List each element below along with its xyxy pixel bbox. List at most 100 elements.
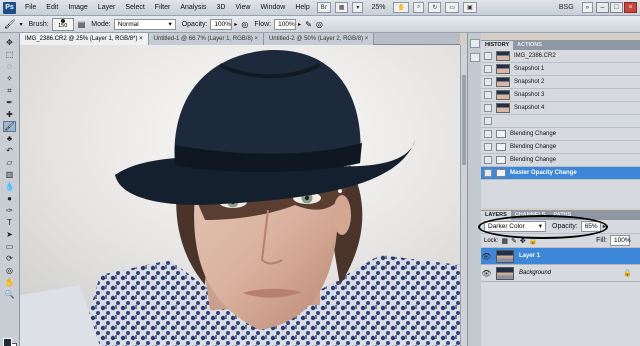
history-item-label: Blending Change	[510, 157, 557, 163]
hand-tool-icon[interactable]: ✋	[3, 277, 16, 288]
history-item[interactable]	[481, 115, 640, 128]
menu-filter[interactable]: Filter	[150, 0, 176, 16]
minibridge-button[interactable]: ▦	[334, 2, 349, 13]
rotate-view-icon[interactable]: ↻	[428, 2, 442, 13]
history-item[interactable]: Snapshot 3	[481, 89, 640, 102]
brush-panel-icon[interactable]: ▤	[78, 20, 86, 29]
panel-collapse-icon[interactable]	[470, 39, 480, 48]
dodge-tool-icon[interactable]: ●	[3, 193, 16, 204]
tab-untitled-2[interactable]: Untitled-2 @ 50% (Layer 2, RGB/8) ×	[263, 33, 375, 45]
flow-field[interactable]: 100%	[274, 18, 297, 30]
quick-selection-tool-icon[interactable]: ✧	[3, 73, 16, 84]
mode-select[interactable]: Normal ▾	[113, 18, 176, 30]
gradient-tool-icon[interactable]: ▥	[3, 169, 16, 180]
maximize-icon[interactable]: □	[610, 2, 623, 13]
pressure-size-icon[interactable]: ◎	[316, 20, 323, 29]
close-icon[interactable]: ×	[624, 2, 637, 13]
scroll-thumb[interactable]	[462, 75, 466, 165]
history-item[interactable]: Snapshot 2	[481, 76, 640, 89]
history-source-checkbox[interactable]	[484, 130, 492, 138]
fill-field[interactable]: 100%	[610, 235, 631, 246]
menu-select[interactable]: Select	[120, 0, 149, 16]
layer-name: Layer 1	[519, 253, 541, 259]
lock-transparency-icon[interactable]: ▦	[501, 237, 508, 245]
marquee-tool-icon[interactable]: ⬚	[3, 49, 16, 60]
clone-stamp-tool-icon[interactable]: ♣	[3, 133, 16, 144]
3d-rotate-tool-icon[interactable]: ⟳	[3, 253, 16, 264]
workspace-menu-icon[interactable]: »	[581, 2, 593, 13]
brush-tool-icon[interactable]: 🖌	[4, 19, 15, 30]
history-source-checkbox[interactable]	[484, 169, 492, 177]
zoom-tool-icon[interactable]: ⌕	[412, 2, 425, 13]
brush-tool-icon[interactable]: 🖌	[3, 121, 16, 132]
eraser-tool-icon[interactable]: ▱	[3, 157, 16, 168]
history-source-checkbox[interactable]	[484, 52, 492, 60]
lasso-tool-icon[interactable]: ◌	[3, 61, 16, 72]
menu-analysis[interactable]: Analysis	[175, 0, 211, 16]
history-source-checkbox[interactable]	[484, 143, 492, 151]
history-item[interactable]: IMG_2386.CR2	[481, 50, 640, 63]
foreground-color-swatch[interactable]	[3, 338, 12, 346]
minimize-icon[interactable]: –	[596, 2, 609, 13]
layer-row-layer-1[interactable]: 👁 Layer 1	[481, 248, 640, 265]
menu-file[interactable]: File	[20, 0, 41, 16]
tab-untitled-1[interactable]: Untitled-1 @ 66.7% (Layer 1, RGB/8) ×	[148, 33, 264, 45]
tab-img-2386[interactable]: IMG_2386.CR2 @ 25% (Layer 1, RGB/8*) ×	[20, 33, 149, 45]
tool-preset-arrow-icon[interactable]: ▾	[19, 21, 22, 28]
menu-3d[interactable]: 3D	[211, 0, 230, 16]
hand-tool-icon[interactable]: ✋	[393, 2, 409, 13]
history-source-checkbox[interactable]	[484, 156, 492, 164]
zoom-tool-icon[interactable]: 🔍	[3, 289, 16, 300]
menu-edit[interactable]: Edit	[41, 0, 63, 16]
pen-tool-icon[interactable]: ✑	[3, 205, 16, 216]
menu-view[interactable]: View	[230, 0, 255, 16]
eyedropper-tool-icon[interactable]: ✒	[3, 97, 16, 108]
menu-window[interactable]: Window	[255, 0, 290, 16]
brush-preset-picker[interactable]: 150	[51, 17, 74, 31]
history-item[interactable]: Snapshot 4	[481, 102, 640, 115]
history-item[interactable]: Snapshot 1	[481, 63, 640, 76]
healing-brush-tool-icon[interactable]: ✚	[3, 109, 16, 120]
opacity-field[interactable]: 100%	[210, 18, 233, 30]
document-canvas[interactable]	[20, 45, 460, 346]
flow-slider-arrow-icon[interactable]: ▸	[298, 21, 301, 28]
canvas-vertical-scrollbar[interactable]	[460, 45, 467, 346]
path-selection-tool-icon[interactable]: ➤	[3, 229, 16, 240]
history-item[interactable]: Blending Change	[481, 128, 640, 141]
move-tool-icon[interactable]: ✥	[3, 37, 16, 48]
type-tool-icon[interactable]: T	[3, 217, 16, 228]
history-source-checkbox[interactable]	[484, 65, 492, 73]
crop-tool-icon[interactable]: ⌗	[3, 85, 16, 96]
airbrush-icon[interactable]: ✎	[305, 20, 312, 29]
shape-tool-icon[interactable]: ▭	[3, 241, 16, 252]
layer-thumbnail	[496, 249, 514, 263]
tab-actions[interactable]: ACTIONS	[513, 41, 546, 50]
visibility-eye-icon[interactable]: 👁	[481, 252, 492, 261]
tab-history[interactable]: HISTORY	[481, 41, 514, 50]
history-item[interactable]: Blending Change	[481, 154, 640, 167]
history-source-checkbox[interactable]	[484, 104, 492, 112]
menu-help[interactable]: Help	[290, 0, 314, 16]
history-brush-tool-icon[interactable]: ↶	[3, 145, 16, 156]
options-bar: 🖌 ▾ Brush: 150 ▤ Mode: Normal ▾ Opacity:…	[0, 16, 640, 33]
layer-row-background[interactable]: 👁 Background 🔒	[481, 265, 640, 282]
visibility-eye-icon[interactable]: 👁	[481, 269, 492, 278]
history-source-checkbox[interactable]	[484, 78, 492, 86]
history-source-checkbox[interactable]	[484, 117, 492, 125]
opacity-slider-arrow-icon[interactable]: ▸	[234, 21, 237, 28]
pressure-opacity-icon[interactable]: ◎	[241, 20, 248, 29]
extras-icon[interactable]: ▾	[352, 2, 364, 13]
history-source-checkbox[interactable]	[484, 91, 492, 99]
zoom-level[interactable]: 25%	[371, 4, 385, 11]
menu-layer[interactable]: Layer	[93, 0, 121, 16]
screen-mode-icon[interactable]: ▣	[463, 2, 477, 13]
bridge-button[interactable]: Br	[316, 2, 331, 13]
history-item[interactable]: Blending Change	[481, 141, 640, 154]
history-item-selected[interactable]: Master Opacity Change	[481, 167, 640, 180]
3d-orbit-tool-icon[interactable]: ◎	[3, 265, 16, 276]
arrange-documents-icon[interactable]: ▭	[445, 2, 460, 13]
brush-presets-icon[interactable]	[470, 53, 480, 62]
menu-image[interactable]: Image	[63, 0, 92, 16]
blur-tool-icon[interactable]: 💧	[3, 181, 16, 192]
workspace-name[interactable]: BSG	[559, 4, 580, 11]
